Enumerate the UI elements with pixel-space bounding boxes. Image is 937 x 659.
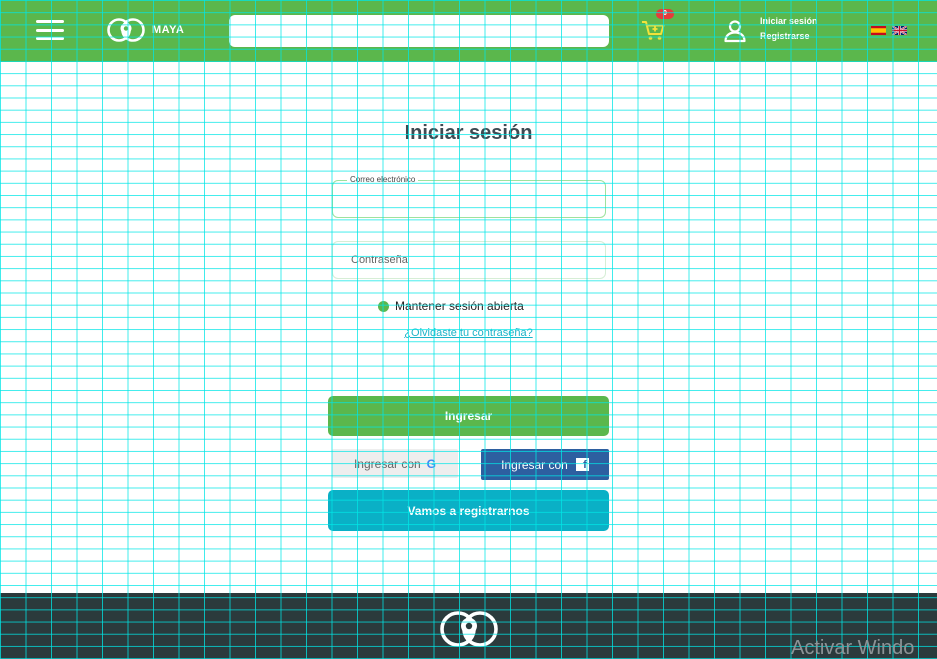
- login-link[interactable]: Iniciar sesión: [760, 14, 818, 29]
- radio-dot-icon[interactable]: [378, 300, 389, 312]
- facebook-icon: f: [575, 458, 589, 471]
- page-title: Iniciar sesión: [404, 122, 533, 144]
- maya-logo-icon: [107, 18, 145, 42]
- keep-session-label: Mantener sesión abierta: [395, 299, 524, 313]
- user-icon[interactable]: [722, 18, 748, 44]
- google-login-button[interactable]: Ingresar con G: [332, 449, 458, 478]
- uk-flag-icon[interactable]: [892, 26, 907, 35]
- brand-name: MAYA: [152, 24, 185, 36]
- password-field: [332, 241, 606, 279]
- search-input[interactable]: [229, 15, 609, 47]
- register-button[interactable]: Vamos a registrarnos: [328, 490, 609, 531]
- windows-activation-watermark: Activar Windo: [791, 637, 915, 659]
- user-links: Iniciar sesión Registrarse: [760, 14, 818, 44]
- login-button[interactable]: Ingresar: [328, 396, 609, 436]
- keep-session-toggle[interactable]: Mantener sesión abierta: [378, 299, 524, 313]
- google-icon: G: [426, 456, 437, 471]
- facebook-button-label: Ingresar con: [501, 457, 568, 472]
- forgot-password-link[interactable]: ¿Olvidaste tu contraseña?: [0, 327, 937, 339]
- spain-flag-icon[interactable]: [871, 26, 886, 35]
- password-input[interactable]: [333, 242, 605, 278]
- top-navbar: MAYA 0 Iniciar sesión Registrarse: [0, 0, 937, 62]
- cart-button[interactable]: 0: [640, 9, 674, 45]
- logo[interactable]: MAYA: [106, 17, 184, 43]
- language-selector: [871, 26, 907, 35]
- hamburger-icon[interactable]: [36, 20, 64, 40]
- email-field: Correo electrónico: [332, 175, 606, 218]
- register-link[interactable]: Registrarse: [760, 29, 818, 44]
- cart-icon: [642, 21, 665, 40]
- footer-logo-icon: [440, 611, 498, 647]
- cart-count-badge: 0: [656, 9, 674, 19]
- facebook-login-button[interactable]: Ingresar con f: [481, 449, 609, 480]
- google-button-label: Ingresar con: [353, 456, 421, 471]
- email-input[interactable]: [333, 181, 605, 217]
